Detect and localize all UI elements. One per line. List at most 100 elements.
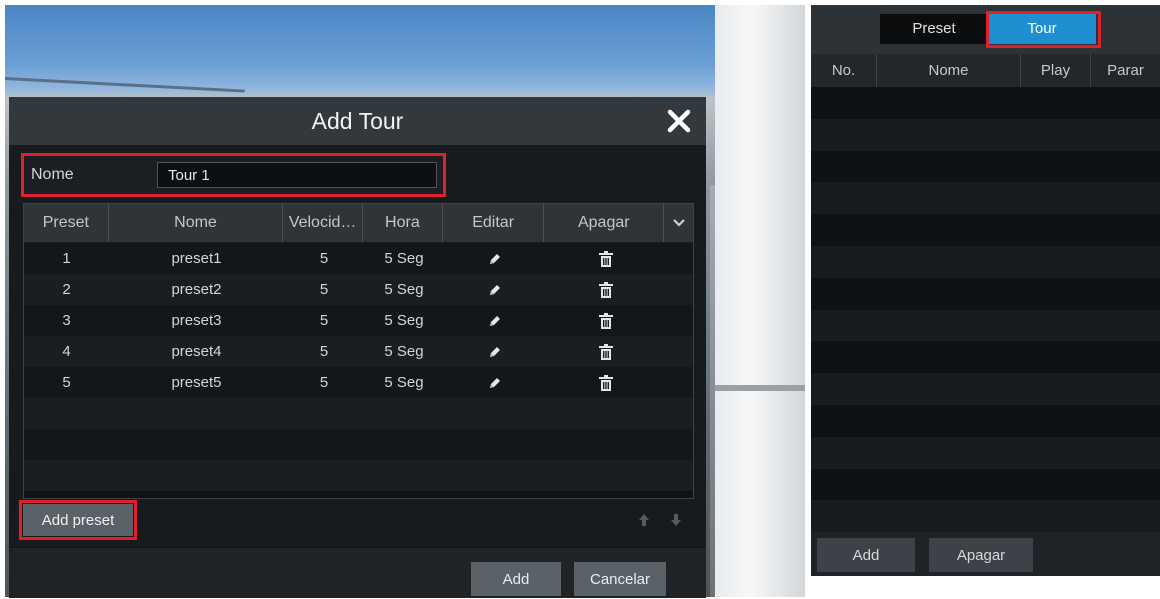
header-tour-name[interactable]: Nome <box>877 54 1021 87</box>
dialog-header: Add Tour <box>9 97 706 146</box>
preset-time: 5 Seg <box>384 343 424 360</box>
header-name[interactable]: Nome <box>109 204 284 242</box>
add-tour-dialog: Add Tour Nome Preset Nome Velocid… Hora … <box>9 97 706 598</box>
header-stop[interactable]: Parar <box>1091 54 1160 87</box>
table-row[interactable]: 4 preset4 5 5 Seg <box>24 336 693 367</box>
tour-empty-row <box>811 182 1160 215</box>
preset-rows: 1 preset1 5 5 Seg 2 preset2 5 5 Seg 3 preset3 5 5 S… <box>24 243 693 491</box>
table-row[interactable]: 3 preset3 5 5 Seg <box>24 305 693 336</box>
header-edit[interactable]: Editar <box>443 204 545 242</box>
preset-time: 5 Seg <box>384 250 424 267</box>
railing <box>715 385 805 391</box>
preset-speed: 5 <box>319 312 329 329</box>
tour-footer: Add Apagar <box>811 532 1160 576</box>
trash-icon[interactable] <box>598 305 614 336</box>
table-row[interactable]: 1 preset1 5 5 Seg <box>24 243 693 274</box>
tour-add-button[interactable]: Add <box>817 538 915 572</box>
close-button[interactable] <box>662 104 696 138</box>
tour-empty-row <box>811 118 1160 151</box>
add-preset-button[interactable]: Add preset <box>23 504 133 536</box>
preset-time: 5 Seg <box>384 281 424 298</box>
preset-speed: 5 <box>319 250 329 267</box>
tab-bar: Preset Tour <box>811 5 1160 54</box>
header-time[interactable]: Hora <box>363 204 443 242</box>
preset-number: 1 <box>62 250 71 267</box>
arrow-up-icon[interactable] <box>637 511 651 529</box>
header-speed[interactable]: Velocid… <box>283 204 363 242</box>
tour-panel: Preset Tour No. Nome Play Parar Add Apag… <box>811 5 1160 576</box>
preset-name: preset1 <box>171 250 222 267</box>
header-delete[interactable]: Apagar <box>544 204 665 242</box>
preset-number: 5 <box>62 374 71 391</box>
tour-name-input[interactable] <box>157 162 437 188</box>
tour-empty-row <box>811 150 1160 183</box>
add-button[interactable]: Add <box>471 562 561 596</box>
edit-icon[interactable] <box>487 243 503 274</box>
delete-cell <box>546 305 666 336</box>
preset-name: preset2 <box>171 281 222 298</box>
trash-icon[interactable] <box>598 274 614 305</box>
edit-icon[interactable] <box>487 367 503 398</box>
empty-row <box>24 429 693 460</box>
preset-number: 4 <box>62 343 71 360</box>
dialog-footer: Add Cancelar <box>9 547 706 598</box>
edit-cell <box>444 336 546 367</box>
dialog-title: Add Tour <box>311 108 404 134</box>
table-row[interactable]: 5 preset5 5 5 Seg <box>24 367 693 398</box>
columns-dropdown[interactable] <box>664 204 693 242</box>
tour-empty-row <box>811 341 1160 374</box>
dialog-body: Nome Preset Nome Velocid… Hora Editar Ap… <box>9 145 706 598</box>
preset-number: 2 <box>62 281 71 298</box>
tour-empty-row <box>811 468 1160 501</box>
edit-icon[interactable] <box>487 305 503 336</box>
name-row: Nome <box>23 155 443 195</box>
preset-name: preset5 <box>171 374 222 391</box>
close-icon <box>667 109 691 133</box>
header-number[interactable]: No. <box>811 54 877 87</box>
tour-delete-button[interactable]: Apagar <box>929 538 1033 572</box>
tour-empty-row <box>811 245 1160 278</box>
cable-line <box>5 77 245 93</box>
name-label: Nome <box>31 166 74 183</box>
tour-table-header: No. Nome Play Parar <box>811 54 1160 88</box>
tab-tour[interactable]: Tour <box>988 14 1096 44</box>
tour-empty-row <box>811 309 1160 342</box>
tour-empty-row <box>811 373 1160 405</box>
edit-cell <box>444 305 546 336</box>
preset-time: 5 Seg <box>384 374 424 391</box>
edit-icon[interactable] <box>487 336 503 367</box>
header-play[interactable]: Play <box>1021 54 1091 87</box>
arrow-down-icon[interactable] <box>669 511 683 529</box>
preset-speed: 5 <box>319 343 329 360</box>
tour-empty-row <box>811 277 1160 310</box>
tour-list <box>811 87 1160 533</box>
edit-icon[interactable] <box>487 274 503 305</box>
chevron-down-icon <box>672 219 685 227</box>
preset-time: 5 Seg <box>384 312 424 329</box>
preset-table-header: Preset Nome Velocid… Hora Editar Apagar <box>24 204 693 243</box>
trash-icon[interactable] <box>598 336 614 367</box>
empty-row <box>24 398 693 429</box>
delete-cell <box>546 336 666 367</box>
delete-cell <box>546 243 666 274</box>
header-preset[interactable]: Preset <box>24 204 109 242</box>
tour-empty-row <box>811 404 1160 437</box>
delete-cell <box>546 274 666 305</box>
tab-preset[interactable]: Preset <box>880 14 988 44</box>
tour-empty-row <box>811 436 1160 469</box>
edit-cell <box>444 274 546 305</box>
building-wall <box>715 5 805 597</box>
tour-empty-row <box>811 214 1160 246</box>
preset-name: preset4 <box>171 343 222 360</box>
preset-number: 3 <box>62 312 71 329</box>
edit-cell <box>444 367 546 398</box>
edit-cell <box>444 243 546 274</box>
trash-icon[interactable] <box>598 243 614 274</box>
delete-cell <box>546 367 666 398</box>
empty-row <box>24 460 693 491</box>
table-row[interactable]: 2 preset2 5 5 Seg <box>24 274 693 305</box>
cancel-button[interactable]: Cancelar <box>574 562 666 596</box>
preset-speed: 5 <box>319 374 329 391</box>
preset-table: Preset Nome Velocid… Hora Editar Apagar … <box>23 203 694 499</box>
trash-icon[interactable] <box>598 367 614 398</box>
